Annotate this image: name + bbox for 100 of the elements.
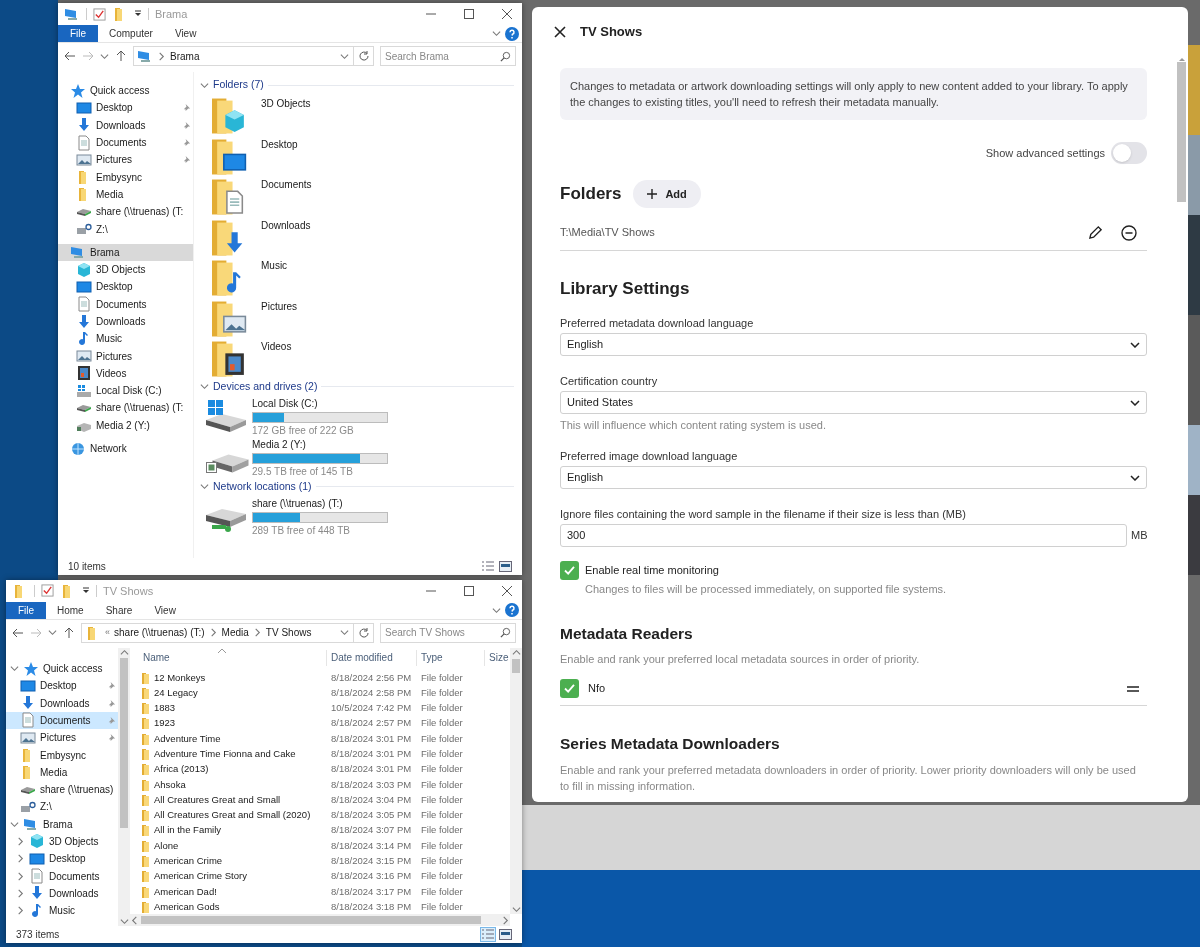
scrollbar[interactable]: [510, 647, 522, 914]
properties-icon[interactable]: [93, 7, 106, 21]
up-arrow-icon[interactable]: [63, 626, 75, 639]
file-name[interactable]: American Gods: [154, 900, 220, 913]
file-name[interactable]: 1883: [154, 702, 176, 715]
nav-item[interactable]: Z:\: [6, 798, 118, 816]
breadcrumb[interactable]: Brama: [170, 48, 200, 64]
close-icon[interactable]: [502, 585, 512, 596]
collapse-chevron-icon[interactable]: [16, 871, 25, 881]
drive-name[interactable]: Local Disk (C:): [252, 397, 388, 410]
back-arrow-icon[interactable]: [12, 626, 24, 639]
nav-item[interactable]: Pictures: [6, 729, 118, 747]
file-name[interactable]: 24 Legacy: [154, 686, 198, 699]
tiles-view-icon[interactable]: [499, 929, 512, 940]
nav-item[interactable]: Brama: [6, 815, 118, 833]
search-field[interactable]: Search TV Shows: [380, 622, 516, 643]
breadcrumb[interactable]: share (\\truenas) (T:): [114, 625, 205, 641]
address-bar[interactable]: « share (\\truenas) (T:) Media TV Shows: [81, 622, 374, 643]
file-name[interactable]: All Creatures Great and Small (2020): [154, 809, 311, 822]
breadcrumb[interactable]: Media: [221, 625, 249, 641]
file-name[interactable]: American Crime: [154, 855, 223, 868]
collapse-chevron-icon[interactable]: [16, 888, 25, 898]
expand-chevron-icon[interactable]: [10, 819, 19, 829]
number-field[interactable]: 300: [560, 524, 1127, 547]
nav-item[interactable]: Quick access: [6, 659, 118, 678]
collapse-chevron-icon[interactable]: [200, 80, 209, 90]
nav-item[interactable]: Quick access: [58, 82, 193, 100]
nav-item[interactable]: share (\\truenas) (T:: [58, 203, 193, 221]
drive-name[interactable]: Media 2 (Y:): [252, 438, 388, 451]
folder-name[interactable]: 3D Objects: [261, 98, 311, 110]
collapse-chevron-icon[interactable]: [16, 854, 25, 864]
nav-item[interactable]: Documents: [6, 867, 118, 885]
file-name[interactable]: Ahsoka: [154, 778, 186, 791]
refresh-icon[interactable]: [358, 626, 370, 639]
file-name[interactable]: American Crime Story: [154, 870, 247, 883]
maximize-icon[interactable]: [464, 585, 474, 596]
file-name[interactable]: 1923: [154, 717, 176, 730]
file-name[interactable]: All in the Family: [154, 824, 222, 837]
column-header[interactable]: Type: [416, 649, 484, 666]
nav-item[interactable]: Pictures: [58, 347, 193, 365]
file-name[interactable]: American Dad!: [154, 885, 217, 898]
nav-item[interactable]: 3D Objects: [58, 260, 193, 279]
file-name[interactable]: All Creatures Great and Small: [154, 793, 281, 806]
scrollbar-thumb[interactable]: [141, 916, 481, 924]
scrollbar-thumb[interactable]: [1177, 62, 1186, 202]
dropdown-icon[interactable]: [134, 10, 142, 18]
remove-icon[interactable]: [1121, 224, 1137, 241]
nav-item[interactable]: Music: [6, 902, 118, 920]
drive-name[interactable]: share (\\truenas) (T:): [252, 497, 388, 510]
scrollbar[interactable]: [118, 647, 130, 926]
folder-name[interactable]: Downloads: [261, 219, 311, 232]
collapse-chevron-icon[interactable]: [16, 837, 25, 846]
nav-item[interactable]: Downloads: [6, 694, 118, 712]
collapse-chevron-icon[interactable]: [200, 382, 209, 391]
group-heading[interactable]: Network locations (1): [213, 478, 312, 495]
nav-item[interactable]: Documents: [58, 295, 193, 313]
maximize-icon[interactable]: [464, 9, 474, 19]
checkbox[interactable]: [560, 561, 579, 580]
folder-name[interactable]: Documents: [261, 179, 312, 191]
dropdown-icon[interactable]: [82, 586, 90, 595]
pencil-icon[interactable]: [1088, 225, 1103, 240]
close-icon[interactable]: [502, 9, 512, 19]
breadcrumb[interactable]: TV Shows: [265, 625, 312, 641]
toggle-switch[interactable]: [1111, 142, 1147, 164]
close-icon[interactable]: [554, 26, 566, 38]
drag-handle-icon[interactable]: [1127, 685, 1139, 692]
search-field[interactable]: Search Brama: [380, 46, 516, 66]
select-field[interactable]: English: [560, 333, 1147, 356]
group-heading[interactable]: Devices and drives (2): [213, 378, 318, 395]
expand-chevron-icon[interactable]: [10, 664, 19, 673]
nav-item[interactable]: Media: [58, 185, 193, 204]
file-name[interactable]: 12 Monkeys: [154, 671, 206, 684]
collapse-chevron-icon[interactable]: [16, 906, 25, 916]
folder-name[interactable]: Pictures: [261, 300, 298, 313]
group-heading[interactable]: Folders (7): [213, 77, 264, 93]
nav-item[interactable]: Desktop: [58, 278, 193, 296]
nav-item[interactable]: Media: [6, 763, 118, 781]
tiles-view-icon[interactable]: [499, 561, 512, 572]
nav-item[interactable]: Embysync: [58, 168, 193, 186]
column-header[interactable]: Name: [132, 649, 326, 666]
folder-name[interactable]: Music: [261, 260, 288, 272]
folder-name[interactable]: Desktop: [261, 138, 298, 151]
ribbon-tab[interactable]: Computer: [98, 25, 164, 42]
nav-item[interactable]: Videos: [58, 364, 193, 383]
collapse-chevron-icon[interactable]: [200, 482, 209, 491]
overflow-mark[interactable]: «: [105, 626, 110, 640]
refresh-icon[interactable]: [358, 50, 370, 62]
help-icon[interactable]: [505, 26, 519, 41]
nav-item[interactable]: Downloads: [58, 116, 193, 134]
file-name[interactable]: Africa (2013): [154, 763, 209, 776]
file-name[interactable]: Adventure Time: [154, 732, 221, 745]
checkbox-label[interactable]: Enable real time monitoring: [585, 562, 719, 579]
nav-item[interactable]: Brama: [58, 243, 193, 261]
address-bar[interactable]: Brama: [133, 46, 374, 66]
up-arrow-icon[interactable]: [115, 50, 127, 62]
nav-item[interactable]: Downloads: [6, 884, 118, 903]
back-arrow-icon[interactable]: [64, 50, 76, 62]
nav-item[interactable]: Desktop: [6, 850, 118, 868]
add-button[interactable]: Add: [633, 180, 701, 208]
folder-name[interactable]: Videos: [261, 341, 292, 353]
